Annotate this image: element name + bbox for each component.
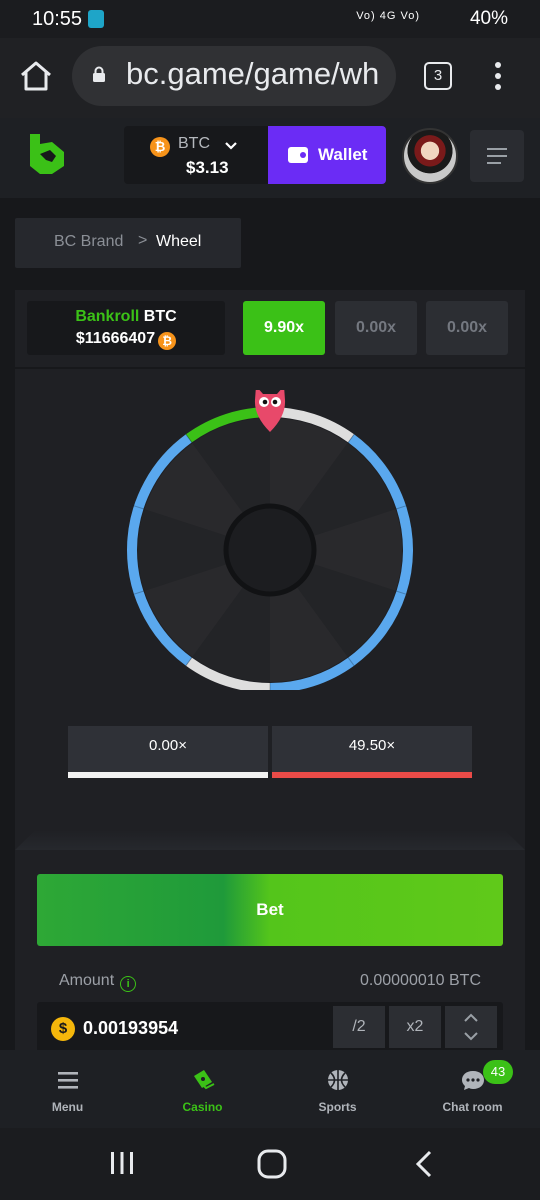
notification-app-icon <box>88 10 104 28</box>
legend-item: 49.50× <box>272 726 472 778</box>
nav-item-chat-room[interactable]: Chat room <box>405 1050 540 1128</box>
panel-bevel <box>15 830 525 850</box>
legend-item: 0.00× <box>68 726 268 778</box>
status-bar: 10:55 Vo) 4G Vo) 40% <box>0 0 540 38</box>
chevron-down-icon <box>225 142 237 150</box>
panel-divider <box>15 367 525 369</box>
browser-toolbar: bc.game/game/wh 3 <box>0 38 540 118</box>
home-icon[interactable] <box>18 58 54 94</box>
back-icon[interactable] <box>412 1148 436 1180</box>
info-icon[interactable]: i <box>120 976 137 992</box>
nav-label: Sports <box>318 1100 357 1114</box>
amount-value[interactable]: 0.00193954 <box>83 1018 178 1039</box>
breadcrumb: BC Brand > Wheel <box>15 218 241 268</box>
wallet-icon <box>288 147 308 163</box>
wheel-hub <box>223 503 317 597</box>
home-button-icon[interactable] <box>256 1148 288 1180</box>
multiplier-history-item: 0.00x <box>426 301 508 355</box>
sports-icon <box>328 1070 348 1090</box>
breadcrumb-parent-link[interactable]: BC Brand <box>54 233 123 251</box>
amount-min-value: 0.00000010 BTC <box>360 972 481 989</box>
breadcrumb-separator: > <box>138 232 148 249</box>
bankroll-value: $11666407 <box>75 330 156 347</box>
bankroll-label: Bankroll <box>75 308 140 325</box>
url-bar[interactable]: bc.game/game/wh <box>72 46 396 106</box>
user-avatar[interactable] <box>402 128 458 184</box>
amount-input[interactable]: $ 0.00193954 /2 x2 <box>37 1002 503 1052</box>
wallet-button[interactable]: Wallet <box>268 126 386 184</box>
breadcrumb-current: Wheel <box>156 233 202 250</box>
bankroll-title: Bankroll BTC <box>27 308 225 326</box>
menu-icon <box>58 1072 78 1089</box>
bet-button[interactable]: Bet <box>37 874 503 946</box>
side-menu-button[interactable] <box>470 130 524 182</box>
lock-icon <box>93 66 105 82</box>
chevron-up-down-icon <box>464 1013 478 1041</box>
dollar-coin-icon: $ <box>51 1017 75 1041</box>
currency-code: BTC <box>178 135 210 152</box>
amount-label: Amount <box>59 972 115 989</box>
tab-switcher-button[interactable]: 3 <box>424 62 452 90</box>
nav-item-casino[interactable]: Casino <box>135 1050 270 1128</box>
amount-label-row: Amount i <box>59 972 137 992</box>
nav-item-sports[interactable]: Sports <box>270 1050 405 1128</box>
nav-label: Menu <box>51 1100 84 1114</box>
balance-amount: $3.13 <box>186 158 229 177</box>
nav-item-menu[interactable]: Menu <box>0 1050 135 1128</box>
balance-selector[interactable]: ₿ BTC $3.13 <box>124 126 270 184</box>
btc-coin-icon: ₿ <box>150 137 170 157</box>
amount-stepper-button[interactable] <box>445 1006 497 1048</box>
game-panel: Bankroll BTC $11666407 ₿ 9.90x 0.00x 0.00… <box>15 290 525 850</box>
nav-label: Casino <box>182 1100 223 1114</box>
multiplier-history-item: 0.00x <box>335 301 417 355</box>
list-menu-icon <box>487 148 507 169</box>
bankroll-value-row: $11666407 ₿ <box>27 330 225 350</box>
battery-level: 40% <box>469 8 508 29</box>
android-navigation-bar <box>0 1128 540 1200</box>
site-header: ₿ BTC $3.13 Wallet <box>0 118 540 198</box>
recent-apps-icon[interactable] <box>108 1148 136 1178</box>
url-text: bc.game/game/wh <box>126 56 380 91</box>
half-amount-button[interactable]: /2 <box>333 1006 385 1048</box>
more-options-icon[interactable] <box>488 60 508 92</box>
chat-count-badge: 43 <box>483 1060 513 1084</box>
bc-logo[interactable] <box>26 132 68 176</box>
casino-icon <box>194 1070 215 1090</box>
btc-coin-icon: ₿ <box>158 332 177 350</box>
nav-label: Chat room <box>442 1100 503 1114</box>
wheel-graphic <box>127 390 413 690</box>
bankroll-box: Bankroll BTC $11666407 ₿ <box>27 301 225 355</box>
double-amount-button[interactable]: x2 <box>389 1006 441 1048</box>
wallet-label: Wallet <box>318 145 368 164</box>
status-time: 10:55 <box>32 8 83 30</box>
bottom-navigation: Menu Casino Sports Chat room <box>0 1050 540 1128</box>
bankroll-currency: BTC <box>143 308 177 325</box>
status-signal-text: Vo) 4G Vo) <box>356 10 420 22</box>
multiplier-history-item: 9.90x <box>243 301 325 355</box>
bet-controls: Bet Amount i 0.00000010 BTC $ 0.00193954 … <box>15 850 525 1052</box>
